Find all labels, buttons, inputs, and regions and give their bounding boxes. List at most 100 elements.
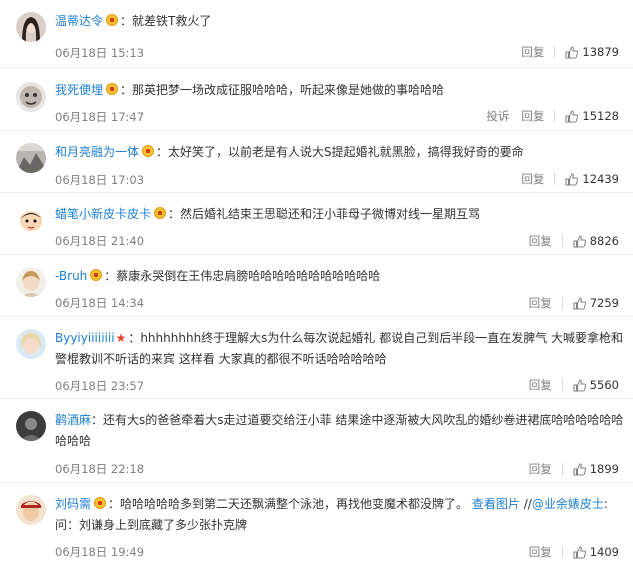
colon: ： [108,497,121,511]
comment-actions: 回复 8826 [517,233,619,249]
thumbs-up-icon [565,45,579,58]
comment-item: Byyiyiiiiiiii★ ：hhhhhhhh终于理解大s为什么每次说起婚礼 都… [0,317,633,399]
comment-item: 鹳酒麻：还有大s的爸爸牵着大s走过道要交给汪小菲 结果途中逐渐被大风吹乱的婚纱卷… [0,399,633,483]
comment-text: 太好笑了，以前老是有人说大S提起婚礼就黑脸，搞得我好奇的要命 [168,145,524,159]
username-link[interactable]: 刘码需 [55,497,91,511]
reply-button[interactable]: 回复 [521,108,544,124]
username-link[interactable]: 温蒂达令 [55,14,103,28]
comment-actions: 回复 1409 [517,544,619,560]
view-image-link[interactable]: 查看图片 [472,497,520,511]
reply-button[interactable]: 回复 [521,171,544,187]
avatar[interactable] [16,329,46,359]
comment-time: 06月18日 21:40 [55,234,145,248]
username-link[interactable]: 我死便埋 [55,83,103,97]
colon: ： [91,413,104,427]
repost-separator: // [523,497,532,511]
like-button[interactable]: 12439 [565,172,619,186]
comment-item: 蜡笔小新皮卡皮卡 ：然后婚礼结束王思聪还和汪小菲母子微博对线一星期互骂 06月18… [0,193,633,255]
thumbs-up-icon [573,545,586,558]
avatar[interactable] [16,495,46,525]
comment-time: 06月18日 19:49 [55,545,145,559]
thumbs-up-icon [565,172,579,185]
comment-time: 06月18日 17:03 [55,173,145,187]
username-link[interactable]: Byyiyiiiiiiii [55,331,115,345]
reply-button[interactable]: 回复 [529,295,552,311]
vip-badge-icon [142,145,155,157]
thumbs-up-icon [573,378,586,391]
like-count: 8826 [589,234,619,248]
like-count: 15128 [582,109,619,123]
comment-content: 蜡笔小新皮卡皮卡 ：然后婚礼结束王思聪还和汪小菲母子微博对线一星期互骂 [55,204,625,225]
avatar[interactable] [16,411,46,441]
username-link[interactable]: 蜡笔小新皮卡皮卡 [55,207,151,221]
divider [554,46,556,58]
vip-badge-icon [94,497,107,509]
divider [561,379,563,391]
avatar[interactable] [16,82,46,112]
avatar[interactable] [16,12,46,42]
avatar[interactable] [16,143,46,173]
colon: ： [104,269,117,283]
divider [561,297,563,309]
like-count: 7259 [589,296,619,310]
colon: ： [128,331,141,345]
comment-time: 06月18日 14:34 [55,296,145,310]
vip-badge-icon [154,207,167,219]
like-button[interactable]: 8826 [573,234,619,248]
like-button[interactable]: 13879 [565,45,619,59]
comment-content: 和月亮融为一体 ：太好笑了，以前老是有人说大S提起婚礼就黑脸，搞得我好奇的要命 [55,142,625,163]
reply-button[interactable]: 回复 [529,461,552,477]
username-link[interactable]: 和月亮融为一体 [55,145,139,159]
divider [554,173,556,185]
like-button[interactable]: 1409 [573,545,619,559]
avatar[interactable] [16,267,46,297]
avatar[interactable] [16,205,46,235]
comment-text: 蔡康永哭倒在王伟忠肩膀哈哈哈哈哈哈哈哈哈哈哈 [116,269,381,283]
thumbs-up-icon [573,296,586,309]
comment-text: 还有大s的爸爸牵着大s走过道要交给汪小菲 结果途中逐渐被大风吹乱的婚纱卷进裙底哈… [55,413,624,448]
comment-actions: 回复 12439 [509,171,619,187]
comment-time: 06月18日 17:47 [55,110,145,124]
divider [554,110,556,122]
comment-actions: 投诉 回复 15128 [474,108,619,124]
like-button[interactable]: 5560 [573,378,619,392]
comment-item: 温蒂达令 ：就差铁T救火了 06月18日 15:13 回复 13879 [0,0,633,68]
reply-button[interactable]: 回复 [529,544,552,560]
comment-content: 刘码需 ：哈哈哈哈哈多到第二天还飘满整个泳池，再找他变魔术都没牌了。 查看图片 /… [55,494,625,536]
reply-button[interactable]: 回复 [529,233,552,249]
colon: ： [120,14,133,28]
like-count: 12439 [582,172,619,186]
comment-item: 和月亮融为一体 ：太好笑了，以前老是有人说大S提起婚礼就黑脸，搞得我好奇的要命 0… [0,131,633,193]
like-button[interactable]: 15128 [565,109,619,123]
thumbs-up-icon [565,109,579,122]
comment-text: hhhhhhhh终于理解大s为什么每次说起婚礼 都说自己到后半段一直在发脾气 大… [55,331,624,366]
comment-actions: 回复 5560 [517,377,619,393]
like-count: 1899 [589,462,619,476]
comment-time: 06月18日 22:18 [55,462,145,476]
like-button[interactable]: 7259 [573,296,619,310]
username-link[interactable]: -Bruh [55,269,87,283]
like-count: 13879 [582,45,619,59]
comment-actions: 回复 1899 [517,461,619,477]
like-count: 1409 [589,545,619,559]
divider [561,546,563,558]
divider [561,235,563,247]
report-button[interactable]: 投诉 [486,108,509,124]
colon: ： [120,83,133,97]
like-button[interactable]: 1899 [573,462,619,476]
reply-button[interactable]: 回复 [521,44,544,60]
comment-content: 鹳酒麻：还有大s的爸爸牵着大s走过道要交给汪小菲 结果途中逐渐被大风吹乱的婚纱卷… [55,410,625,452]
reply-button[interactable]: 回复 [529,377,552,393]
thumbs-up-icon [573,234,586,247]
vip-badge-icon [106,83,119,95]
comment-content: -Bruh ：蔡康永哭倒在王伟忠肩膀哈哈哈哈哈哈哈哈哈哈哈 [55,266,625,287]
colon: ： [156,145,169,159]
comment-item: 我死便埋 ：那英把梦一场改成征服哈哈哈，听起来像是她做的事哈哈哈 06月18日 1… [0,68,633,131]
like-count: 5560 [589,378,619,392]
username-link[interactable]: 鹳酒麻 [55,413,91,427]
mention-link[interactable]: @业余婊皮士 [532,497,604,511]
colon: ： [168,207,181,221]
comment-text: 哈哈哈哈哈多到第二天还飘满整个泳池，再找他变魔术都没牌了。 [120,497,469,511]
comment-text: 就差铁T救火了 [132,14,212,28]
vip-badge-icon [106,14,119,26]
